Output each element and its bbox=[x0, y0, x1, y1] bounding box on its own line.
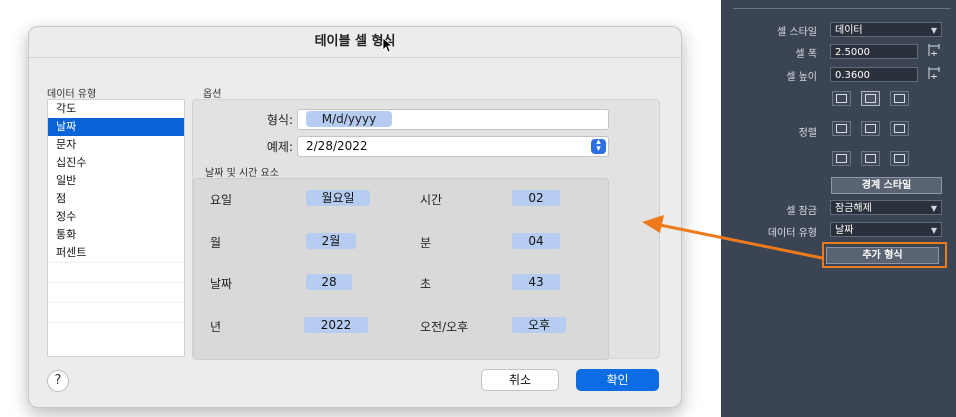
list-empty-row bbox=[48, 262, 184, 282]
pick-width-icon[interactable] bbox=[928, 43, 940, 57]
list-item[interactable]: 통화 bbox=[48, 226, 184, 244]
elements-panel: 요일 월요일 시간 02 월 2월 분 04 날짜 28 초 43 년 2022… bbox=[193, 178, 609, 360]
cell-width-input[interactable]: 2.5000 bbox=[830, 44, 918, 59]
example-label: 예제: bbox=[266, 140, 293, 154]
align-top-right-icon[interactable] bbox=[890, 91, 909, 106]
format-label: 형식: bbox=[266, 113, 293, 127]
ampm-label: 오전/오후 bbox=[420, 320, 469, 334]
cell-lock-select[interactable]: 잠금해제 ▼ bbox=[830, 200, 942, 215]
format-token[interactable]: M/d/yyyy bbox=[306, 111, 392, 127]
ok-button[interactable]: 확인 bbox=[576, 369, 659, 391]
data-type-list[interactable]: 각도 날짜 문자 십진수 일반 점 정수 통화 퍼센트 bbox=[47, 99, 185, 357]
cell-height-input[interactable]: 0.3600 bbox=[830, 67, 918, 82]
example-select[interactable]: 2/28/2022 ▴ ▾ bbox=[297, 136, 609, 157]
mouse-pointer-icon bbox=[382, 37, 392, 53]
cell-height-value: 0.3600 bbox=[835, 70, 870, 81]
weekday-token[interactable]: 월요일 bbox=[306, 190, 370, 206]
cancel-button[interactable]: 취소 bbox=[481, 369, 559, 391]
table-cell-format-dialog: 테이블 셀 형식 데이터 유형 각도 날짜 문자 십진수 일반 점 정수 통화 … bbox=[28, 26, 682, 408]
list-item[interactable]: 십진수 bbox=[48, 154, 184, 172]
ampm-token[interactable]: 오후 bbox=[512, 317, 566, 333]
list-empty-row bbox=[48, 322, 184, 342]
list-item-selected[interactable]: 날짜 bbox=[48, 118, 184, 136]
day-label: 날짜 bbox=[210, 277, 233, 291]
align-bottom-right-icon[interactable] bbox=[890, 151, 909, 166]
panel-top-edge bbox=[733, 0, 951, 9]
list-empty-row bbox=[48, 302, 184, 322]
data-type-value: 날짜 bbox=[835, 225, 854, 236]
list-item[interactable]: 퍼센트 bbox=[48, 244, 184, 262]
year-label: 년 bbox=[210, 320, 222, 334]
align-middle-center-icon[interactable] bbox=[861, 121, 880, 136]
align-label: 정렬 bbox=[798, 128, 817, 139]
list-item[interactable]: 문자 bbox=[48, 136, 184, 154]
chevron-down-icon: ▼ bbox=[930, 226, 937, 235]
cell-width-value: 2.5000 bbox=[835, 47, 870, 58]
weekday-label: 요일 bbox=[210, 193, 233, 207]
cell-style-value: 데이터 bbox=[835, 25, 863, 36]
list-empty-row bbox=[48, 282, 184, 302]
options-header: 옵션 bbox=[203, 89, 222, 100]
data-type-header: 데이터 유형 bbox=[47, 89, 97, 100]
year-token[interactable]: 2022 bbox=[304, 317, 368, 333]
align-middle-left-icon[interactable] bbox=[832, 121, 851, 136]
second-label: 초 bbox=[420, 277, 432, 291]
cell-height-label: 셀 높이 bbox=[786, 72, 817, 83]
month-token[interactable]: 2월 bbox=[306, 233, 356, 249]
chevron-down-icon: ▼ bbox=[930, 26, 937, 35]
data-type-select[interactable]: 날짜 ▼ bbox=[830, 222, 942, 237]
pick-height-icon[interactable] bbox=[928, 66, 940, 80]
options-panel: 형식: M/d/yyyy 예제: 2/28/2022 ▴ ▾ 날짜 및 시간 요소… bbox=[192, 99, 660, 360]
align-top-left-icon[interactable] bbox=[832, 91, 851, 106]
cell-lock-label: 셀 잠금 bbox=[786, 206, 817, 217]
hour-token[interactable]: 02 bbox=[512, 190, 560, 206]
align-bottom-left-icon[interactable] bbox=[832, 151, 851, 166]
minute-label: 분 bbox=[420, 236, 432, 250]
hour-label: 시간 bbox=[420, 193, 443, 207]
cell-lock-value: 잠금해제 bbox=[835, 203, 872, 214]
align-top-center-icon[interactable] bbox=[861, 91, 880, 106]
cell-style-label: 셀 스타일 bbox=[777, 27, 817, 38]
list-item[interactable]: 각도 bbox=[48, 100, 184, 118]
align-middle-right-icon[interactable] bbox=[890, 121, 909, 136]
format-field[interactable]: M/d/yyyy bbox=[297, 109, 609, 130]
month-label: 월 bbox=[210, 236, 222, 250]
chevron-down-icon: ▼ bbox=[930, 204, 937, 213]
border-style-button[interactable]: 경계 스타일 bbox=[831, 177, 942, 194]
elements-header: 날짜 및 시간 요소 bbox=[205, 168, 279, 179]
properties-panel: 셀 스타일 데이터 ▼ 셀 폭 2.5000 셀 높이 0.3600 정렬 경계… bbox=[721, 0, 956, 417]
second-token[interactable]: 43 bbox=[512, 274, 560, 290]
data-type-label: 데이터 유형 bbox=[767, 228, 817, 239]
align-bottom-center-icon[interactable] bbox=[861, 151, 880, 166]
list-item[interactable]: 점 bbox=[48, 190, 184, 208]
cell-style-select[interactable]: 데이터 ▼ bbox=[830, 22, 942, 37]
list-item[interactable]: 일반 bbox=[48, 172, 184, 190]
dialog-title: 테이블 셀 형식 bbox=[29, 27, 681, 58]
example-value: 2/28/2022 bbox=[306, 139, 368, 153]
minute-token[interactable]: 04 bbox=[512, 233, 560, 249]
list-item[interactable]: 정수 bbox=[48, 208, 184, 226]
highlight-box bbox=[822, 242, 947, 268]
up-down-chevron-icon[interactable]: ▴ ▾ bbox=[591, 138, 606, 154]
cell-width-label: 셀 폭 bbox=[795, 49, 817, 60]
day-token[interactable]: 28 bbox=[306, 274, 352, 290]
help-button[interactable]: ? bbox=[47, 370, 69, 392]
